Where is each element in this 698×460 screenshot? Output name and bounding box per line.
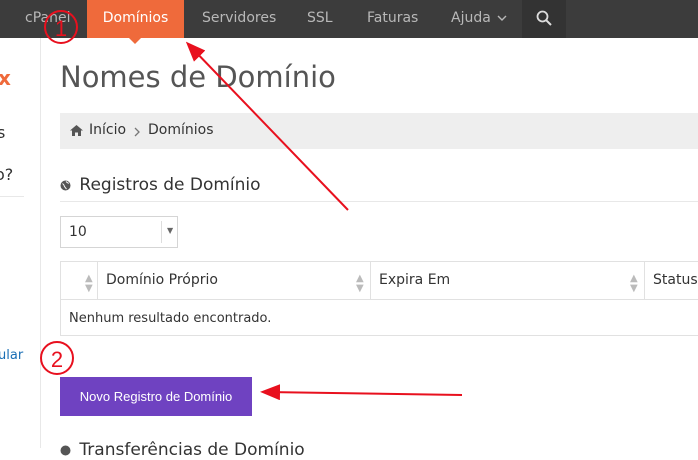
table-header-expira-em[interactable]: Expira Em ▲ ▼ <box>371 262 645 299</box>
sidebar-divider <box>0 196 24 197</box>
search-icon <box>536 10 552 26</box>
nav-item-ajuda[interactable]: Ajuda <box>451 0 507 38</box>
sidebar-link-fragment[interactable]: ular <box>0 348 23 363</box>
column-label: Status <box>653 272 698 288</box>
caret-down-icon: ▼ <box>167 226 174 235</box>
breadcrumb-home-link[interactable]: Início <box>89 122 126 138</box>
table-header-checkbox[interactable]: ▲ ▼ <box>61 262 98 299</box>
marker-2: 2 <box>40 341 74 375</box>
chevron-down-icon <box>497 15 507 21</box>
next-section-title-label: Transferências de Domínio <box>79 440 305 460</box>
globe-icon <box>60 180 71 190</box>
chevron-right-icon <box>134 127 140 137</box>
sidebar: x s o? ular <box>0 38 41 448</box>
select-divider <box>161 221 162 243</box>
nav-item-dominios[interactable]: Domínios <box>87 0 184 38</box>
table-header-status[interactable]: Status <box>645 262 698 299</box>
domains-table: ▲ ▼ Domínio Próprio ▲ ▼ Expira Em ▲ ▼ Statu… <box>60 261 698 336</box>
active-tab-caret <box>129 38 141 44</box>
table-header-row: ▲ ▼ Domínio Próprio ▲ ▼ Expira Em ▲ ▼ Statu… <box>61 262 698 300</box>
nav-item-faturas[interactable]: Faturas <box>367 0 418 38</box>
sort-icon: ▲ ▼ <box>630 273 638 294</box>
nav-item-cpanel[interactable]: cPanel <box>25 0 70 38</box>
search-button[interactable] <box>522 0 566 38</box>
breadcrumb-current: Domínios <box>148 122 214 138</box>
sidebar-item-fragment[interactable]: o? <box>0 165 13 184</box>
new-domain-registration-button[interactable]: Novo Registro de Domínio <box>60 377 252 416</box>
nav-item-servidores[interactable]: Servidores <box>202 0 276 38</box>
top-navbar: cPanel Domínios Servidores SSL Faturas A… <box>0 0 698 38</box>
page-title: Nomes de Domínio <box>60 60 336 94</box>
sidebar-logo-fragment: x <box>0 66 11 90</box>
column-label: Expira Em <box>379 272 451 288</box>
home-icon <box>70 125 83 136</box>
sort-icon: ▲ ▼ <box>356 273 364 294</box>
next-section-title: Transferências de Domínio <box>60 440 305 460</box>
sort-icon: ▲ ▼ <box>85 273 93 294</box>
page-size-select[interactable]: 10 ▼ <box>60 216 178 248</box>
section-title-label: Registros de Domínio <box>79 175 261 195</box>
nav-item-ajuda-label: Ajuda <box>451 10 491 26</box>
page-size-value: 10 <box>69 224 87 240</box>
table-header-dominio-proprio[interactable]: Domínio Próprio ▲ ▼ <box>98 262 371 299</box>
nav-item-ssl[interactable]: SSL <box>307 0 333 38</box>
marker-2-label: 2 <box>51 347 63 372</box>
globe-icon <box>60 445 71 455</box>
column-label: Domínio Próprio <box>106 272 218 288</box>
section-divider <box>60 201 698 202</box>
sidebar-item-fragment[interactable]: s <box>0 123 5 142</box>
empty-table-message: Nenhum resultado encontrado. <box>69 311 272 326</box>
section-title: Registros de Domínio <box>60 175 261 195</box>
arrow-to-new-registration <box>260 384 463 401</box>
breadcrumb: Início Domínios <box>60 113 698 149</box>
